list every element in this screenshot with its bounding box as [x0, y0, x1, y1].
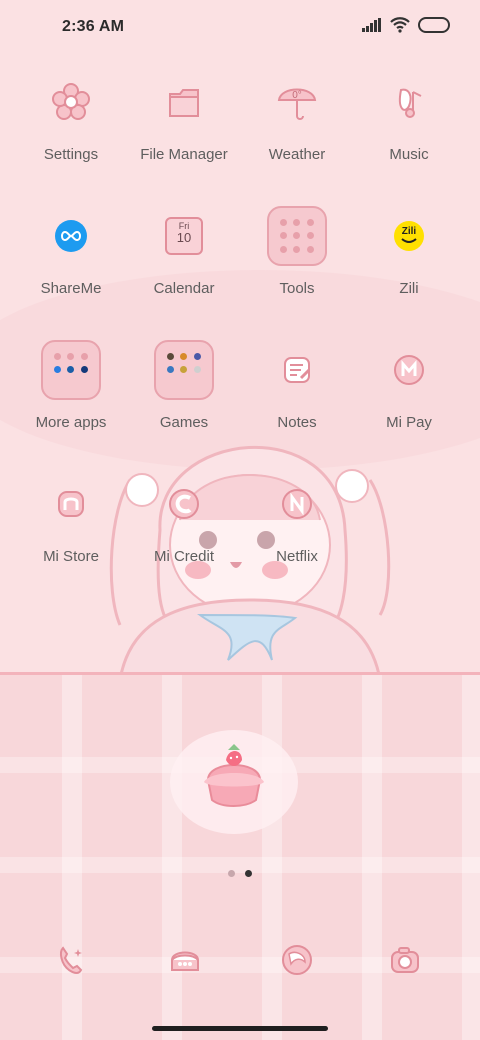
- app-label: Tools: [279, 280, 315, 297]
- app-label: More apps: [35, 414, 107, 431]
- app-settings[interactable]: Settings: [15, 70, 127, 163]
- status-icons: [362, 17, 450, 33]
- notes-icon: [265, 338, 329, 402]
- app-label: Mi Credit: [153, 548, 214, 565]
- page-dot[interactable]: [228, 870, 235, 877]
- app-label: Calendar: [153, 280, 215, 297]
- app-label: Mi Pay: [386, 414, 432, 431]
- netflix-icon: [265, 472, 329, 536]
- tools-folder-icon: [265, 204, 329, 268]
- app-weather[interactable]: 0° Weather: [241, 70, 353, 163]
- app-more-apps[interactable]: More apps: [15, 338, 127, 431]
- app-netflix[interactable]: Netflix: [241, 472, 353, 565]
- games-folder-icon: [152, 338, 216, 402]
- app-file-manager[interactable]: File Manager: [128, 70, 240, 163]
- app-label: Mi Store: [43, 548, 99, 565]
- dock-camera[interactable]: [375, 930, 435, 990]
- app-games[interactable]: Games: [128, 338, 240, 431]
- page-dot-active[interactable]: [245, 870, 252, 877]
- app-mi-store[interactable]: Mi Store: [15, 472, 127, 565]
- app-mi-pay[interactable]: Mi Pay: [353, 338, 465, 431]
- folder-icon: [152, 70, 216, 134]
- app-label: Music: [389, 146, 429, 163]
- status-bar: 2:36 AM: [0, 0, 480, 56]
- dock-browser[interactable]: [267, 930, 327, 990]
- messages-icon: [171, 951, 199, 971]
- dock: [0, 930, 480, 990]
- phone-icon: [60, 946, 83, 974]
- gesture-navigation-handle[interactable]: [152, 1026, 328, 1031]
- mi-store-icon: [39, 472, 103, 536]
- app-tools[interactable]: Tools: [241, 204, 353, 297]
- calendar-date: 10: [176, 230, 192, 245]
- dock-phone[interactable]: [41, 930, 101, 990]
- app-label: Zili: [399, 280, 419, 297]
- app-music[interactable]: Music: [353, 70, 465, 163]
- zili-icon: Zili: [377, 204, 441, 268]
- weather-temp: 0°: [292, 90, 302, 101]
- more-apps-folder-icon: [39, 338, 103, 402]
- app-label: File Manager: [140, 146, 228, 163]
- page-indicator: [0, 870, 480, 877]
- app-label: Netflix: [276, 548, 318, 565]
- app-label: Games: [159, 414, 209, 431]
- app-label: ShareMe: [40, 280, 102, 297]
- app-calendar[interactable]: Fri 10 Calendar: [128, 204, 240, 297]
- app-mi-credit[interactable]: Mi Credit: [128, 472, 240, 565]
- app-label: Weather: [268, 146, 326, 163]
- cupcake-icon: [204, 744, 264, 807]
- clock: 2:36 AM: [62, 18, 125, 35]
- app-shareme[interactable]: ShareMe: [15, 204, 127, 297]
- cake-widget[interactable]: [170, 730, 298, 834]
- mi-credit-icon: [152, 472, 216, 536]
- calendar-icon: Fri 10: [152, 204, 216, 268]
- app-label: Notes: [277, 414, 317, 431]
- wifi-icon: [390, 17, 410, 33]
- app-zili[interactable]: Zili Zili: [353, 204, 465, 297]
- dock-messages[interactable]: [155, 930, 215, 990]
- shareme-icon: [39, 204, 103, 268]
- app-label: Settings: [43, 146, 99, 163]
- app-notes[interactable]: Notes: [241, 338, 353, 431]
- mi-pay-icon: [377, 338, 441, 402]
- music-note-icon: [377, 70, 441, 134]
- browser-icon: [282, 945, 312, 975]
- camera-icon: [391, 947, 419, 973]
- battery-icon: [418, 17, 450, 33]
- flower-gear-icon: [39, 70, 103, 134]
- umbrella-icon: 0°: [265, 70, 329, 134]
- zili-logo-text: Zili: [402, 226, 417, 237]
- signal-icon: [362, 18, 381, 32]
